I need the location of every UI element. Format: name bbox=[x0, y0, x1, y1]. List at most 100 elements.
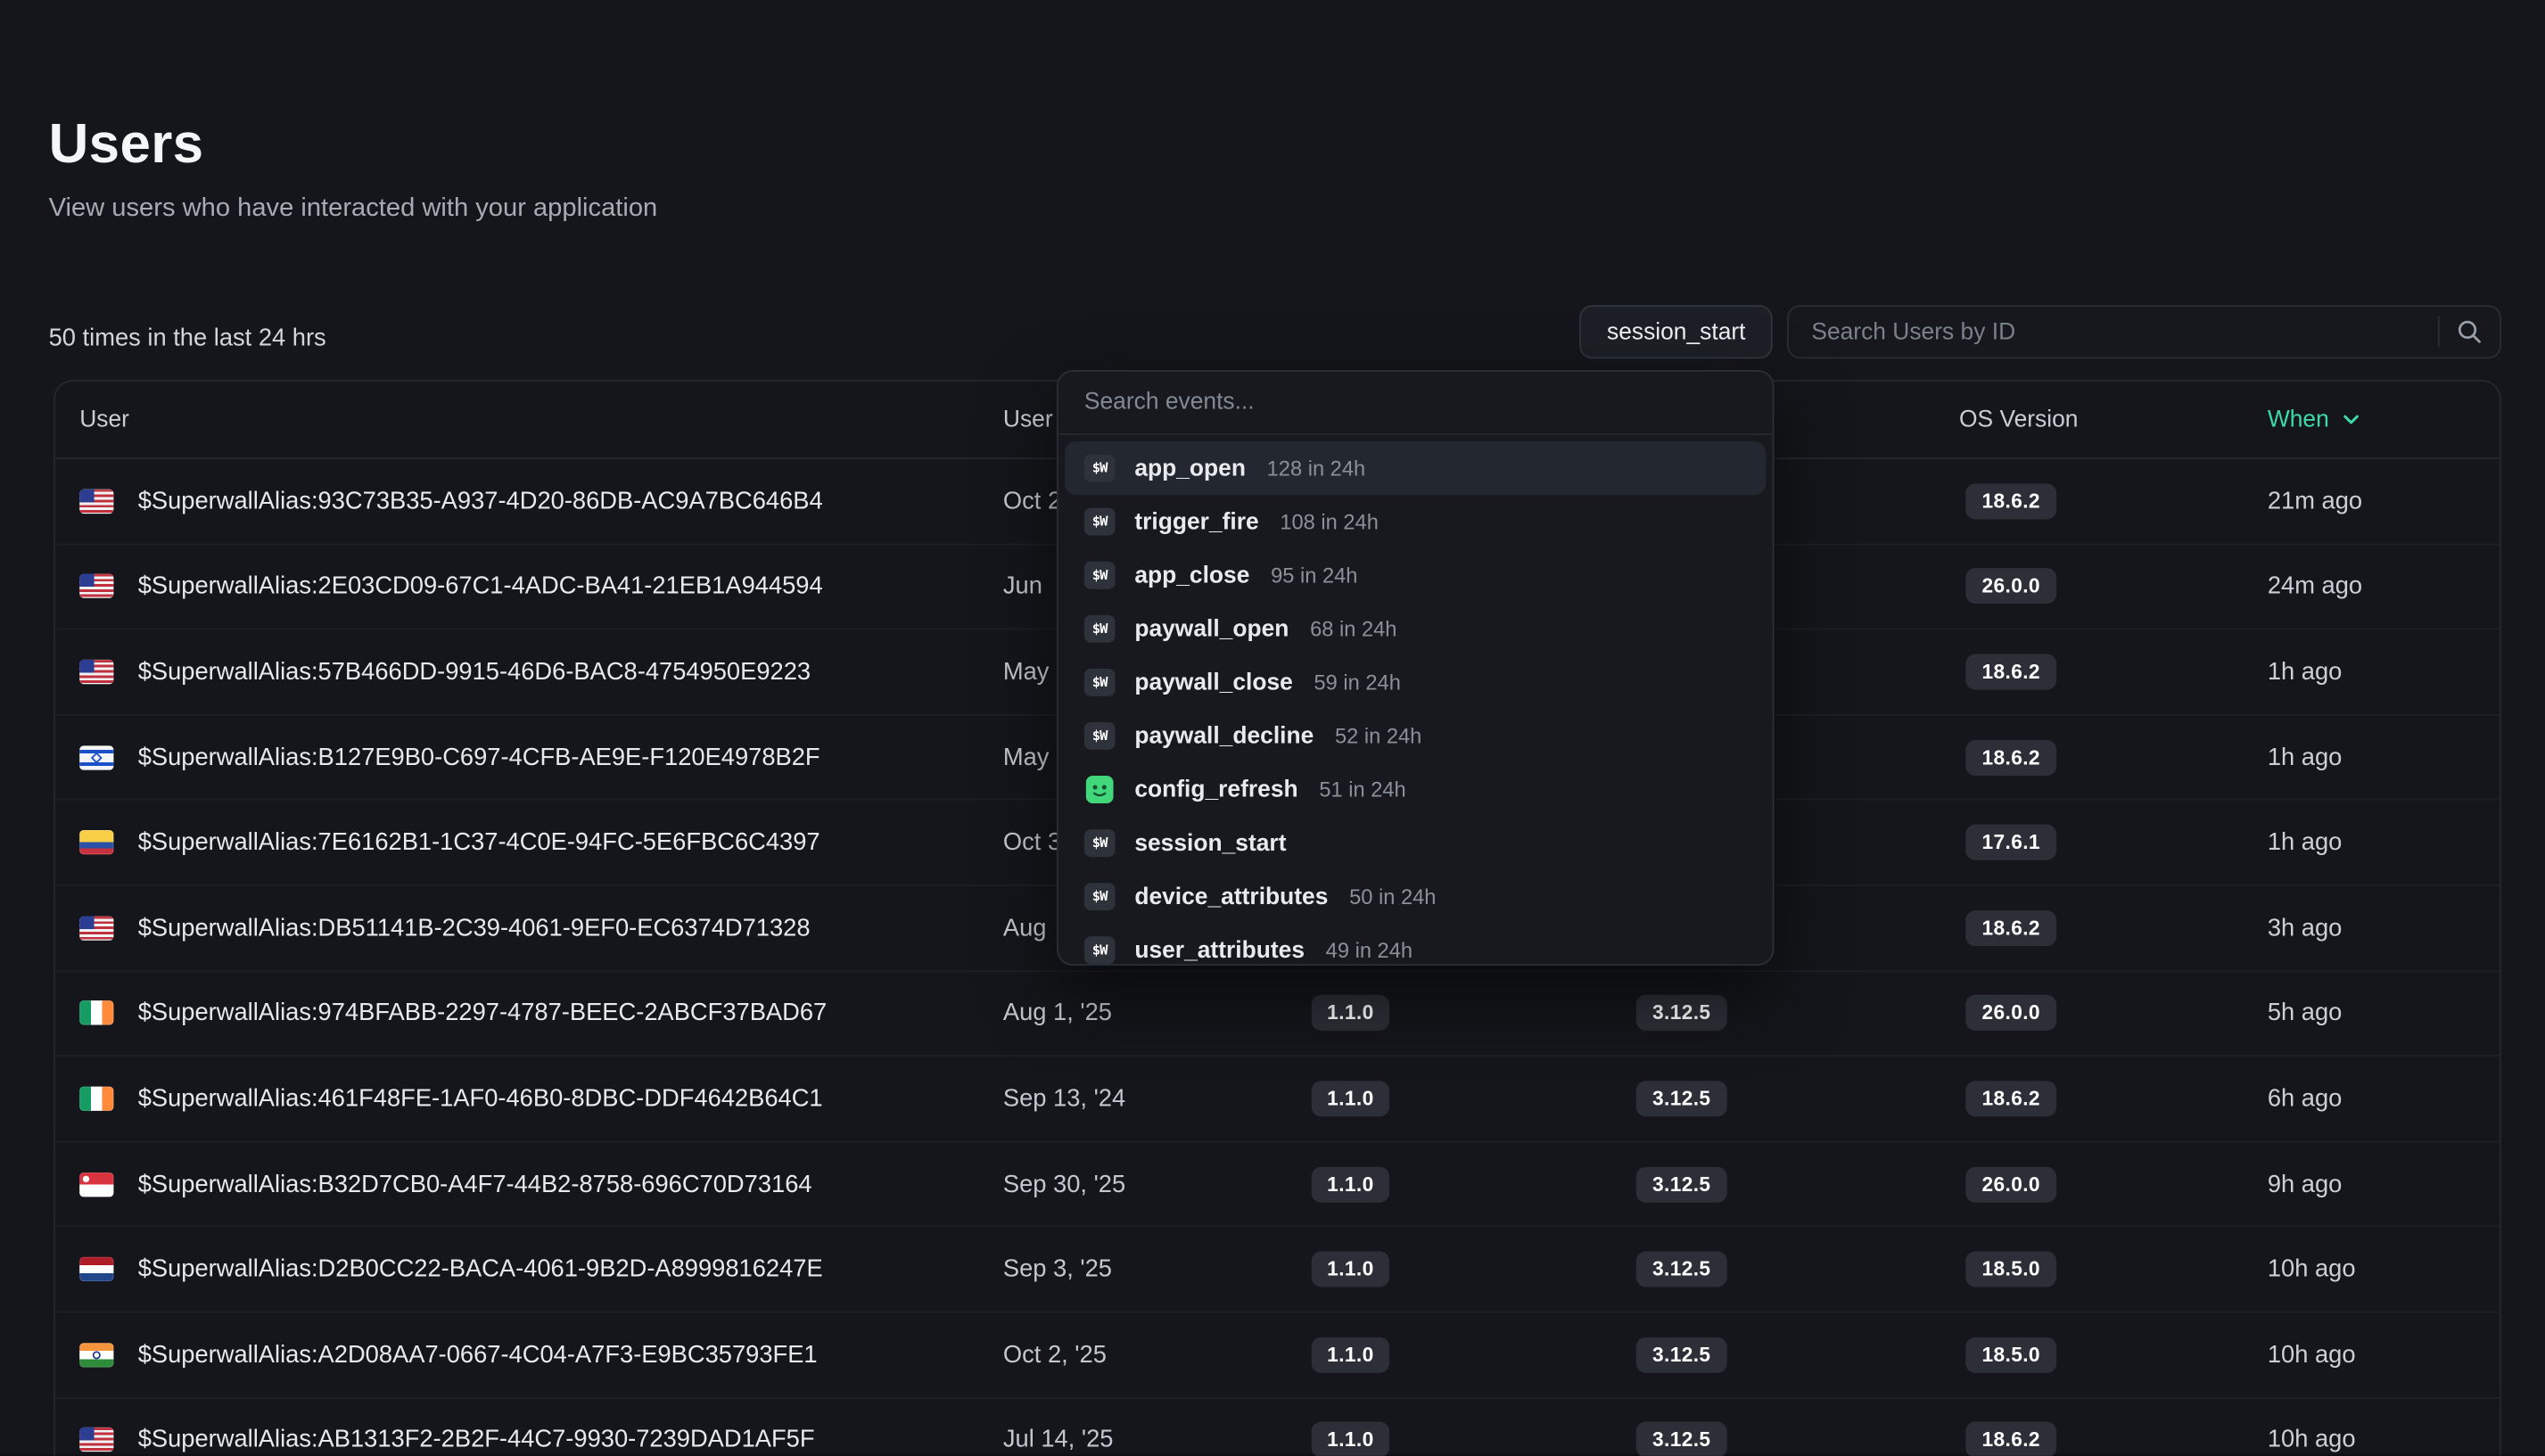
event-option[interactable]: $W paywall_decline 52 in 24h bbox=[1065, 709, 1766, 762]
col-when-sort[interactable]: When bbox=[2268, 407, 2361, 432]
user-since-date: Jul 14, '25 bbox=[1003, 1427, 1114, 1454]
user-id: $SuperwallAlias:974BFABB-2297-4787-BEEC-… bbox=[138, 999, 828, 1027]
user-since-date: Sep 3, '25 bbox=[1003, 1255, 1112, 1283]
os-version-cell: 18.6.2 bbox=[1874, 654, 2147, 690]
app-version-cell: 1.1.0 bbox=[1215, 1081, 1487, 1116]
user-search-input[interactable] bbox=[1789, 307, 2438, 357]
event-option[interactable]: $W paywall_open 68 in 24h bbox=[1065, 602, 1766, 655]
user-id: $SuperwallAlias:461F48FE-1AF0-46B0-8DBC-… bbox=[138, 1085, 823, 1113]
event-option[interactable]: $W paywall_close 59 in 24h bbox=[1065, 655, 1766, 709]
user-id: $SuperwallAlias:DB51141B-2C39-4061-9EF0-… bbox=[138, 914, 811, 942]
user-id: $SuperwallAlias:B127E9B0-C697-4CFB-AE9E-… bbox=[138, 744, 820, 771]
user-since-date: Oct 2 bbox=[1003, 488, 1061, 515]
os-version-badge: 18.6.2 bbox=[1965, 654, 2056, 690]
app-version-cell: 1.1.0 bbox=[1215, 1252, 1487, 1287]
table-row[interactable]: $SuperwallAlias:974BFABB-2297-4787-BEEC-… bbox=[55, 972, 2500, 1057]
table-row[interactable]: $SuperwallAlias:461F48FE-1AF0-46B0-8DBC-… bbox=[55, 1057, 2500, 1142]
android-icon bbox=[1084, 776, 1116, 803]
user-search bbox=[1787, 305, 2501, 358]
event-search-field bbox=[1058, 372, 1773, 435]
when-value: 5h ago bbox=[2268, 999, 2343, 1027]
user-since-date: Aug 1, '25 bbox=[1003, 999, 1112, 1027]
search-icon[interactable] bbox=[2440, 318, 2500, 346]
table-row[interactable]: $SuperwallAlias:AB1313F2-2B2F-44C7-9930-… bbox=[55, 1398, 2500, 1456]
country-flag-icon bbox=[79, 1343, 113, 1367]
event-option-label: app_close bbox=[1134, 563, 1249, 588]
user-since-date: Jun bbox=[1003, 572, 1042, 600]
app-version-badge: 1.1.0 bbox=[1311, 1422, 1390, 1456]
os-version-cell: 18.5.0 bbox=[1874, 1252, 2147, 1287]
table-row[interactable]: $SuperwallAlias:A2D08AA7-0667-4C04-A7F3-… bbox=[55, 1312, 2500, 1398]
table-row[interactable]: $SuperwallAlias:D2B0CC22-BACA-4061-9B2D-… bbox=[55, 1228, 2500, 1313]
event-option-label: user_attributes bbox=[1134, 937, 1305, 963]
os-version-badge: 18.6.2 bbox=[1965, 1422, 2056, 1456]
os-version-badge: 18.6.2 bbox=[1965, 739, 2056, 775]
col-when-label: When bbox=[2268, 407, 2329, 432]
country-flag-icon bbox=[79, 830, 113, 854]
event-option[interactable]: $W user_attributes 49 in 24h bbox=[1065, 924, 1766, 966]
user-id: $SuperwallAlias:A2D08AA7-0667-4C04-A7F3-… bbox=[138, 1341, 818, 1369]
when-value: 24m ago bbox=[2268, 572, 2362, 600]
event-search-input[interactable] bbox=[1058, 372, 1773, 433]
user-since-date: Sep 30, '25 bbox=[1003, 1170, 1125, 1197]
os-version-cell: 26.0.0 bbox=[1874, 1166, 2147, 1202]
os-version-cell: 18.6.2 bbox=[1874, 910, 2147, 946]
country-flag-icon bbox=[79, 660, 113, 684]
user-since-date: May bbox=[1003, 658, 1050, 686]
app-version-badge: 1.1.0 bbox=[1311, 1252, 1390, 1287]
os-version-badge: 18.5.0 bbox=[1965, 1337, 2056, 1372]
event-option-count: 108 in 24h bbox=[1280, 510, 1379, 534]
event-option-count: 51 in 24h bbox=[1319, 777, 1405, 802]
os-version-badge: 26.0.0 bbox=[1965, 995, 2056, 1031]
event-option-label: config_refresh bbox=[1134, 777, 1297, 802]
event-option-label: paywall_decline bbox=[1134, 723, 1314, 749]
country-flag-icon bbox=[79, 1172, 113, 1196]
os-version-cell: 18.6.2 bbox=[1874, 1081, 2147, 1116]
country-flag-icon bbox=[79, 916, 113, 940]
event-option[interactable]: $W app_close 95 in 24h bbox=[1065, 548, 1766, 602]
superwall-event-icon: $W bbox=[1084, 883, 1116, 910]
os-version-badge: 18.6.2 bbox=[1965, 910, 2056, 946]
when-value: 21m ago bbox=[2268, 488, 2362, 515]
table-row[interactable]: $SuperwallAlias:B32D7CB0-A4F7-44B2-8758-… bbox=[55, 1142, 2500, 1228]
when-value: 1h ago bbox=[2268, 658, 2343, 686]
when-value: 10h ago bbox=[2268, 1341, 2356, 1369]
country-flag-icon bbox=[79, 574, 113, 598]
event-option[interactable]: $W trigger_fire 108 in 24h bbox=[1065, 495, 1766, 548]
event-option-count: 59 in 24h bbox=[1314, 670, 1401, 695]
os-version-cell: 18.6.2 bbox=[1874, 483, 2147, 519]
app-version-cell: 1.1.0 bbox=[1215, 1422, 1487, 1456]
event-count-summary: 50 times in the last 24 hrs bbox=[49, 325, 326, 352]
sdk-version-cell: 3.12.5 bbox=[1545, 1166, 1818, 1202]
when-value: 10h ago bbox=[2268, 1427, 2356, 1454]
event-option[interactable]: $W device_attributes 50 in 24h bbox=[1065, 870, 1766, 924]
user-id: $SuperwallAlias:B32D7CB0-A4F7-44B2-8758-… bbox=[138, 1170, 812, 1197]
sdk-version-badge: 3.12.5 bbox=[1636, 1166, 1727, 1202]
when-value: 1h ago bbox=[2268, 829, 2343, 857]
user-since-date: Oct 3 bbox=[1003, 829, 1061, 857]
user-since-date: Oct 2, '25 bbox=[1003, 1341, 1107, 1369]
event-option[interactable]: $W app_open 128 in 24h bbox=[1065, 441, 1766, 495]
sdk-version-badge: 3.12.5 bbox=[1636, 1252, 1727, 1287]
sdk-version-badge: 3.12.5 bbox=[1636, 1081, 1727, 1116]
event-option[interactable]: $W session_start bbox=[1065, 817, 1766, 870]
user-id: $SuperwallAlias:D2B0CC22-BACA-4061-9B2D-… bbox=[138, 1255, 823, 1283]
superwall-event-icon: $W bbox=[1084, 669, 1116, 696]
sdk-version-badge: 3.12.5 bbox=[1636, 995, 1727, 1031]
event-search-dropdown: $W app_open 128 in 24h $W trigger_fire 1… bbox=[1057, 370, 1775, 966]
event-filter-button[interactable]: session_start bbox=[1579, 305, 1773, 358]
event-option-count: 52 in 24h bbox=[1335, 724, 1421, 748]
event-option[interactable]: config_refresh 51 in 24h bbox=[1065, 762, 1766, 816]
event-option-count: 49 in 24h bbox=[1326, 938, 1413, 962]
page-title: Users bbox=[49, 113, 204, 177]
sdk-version-cell: 3.12.5 bbox=[1545, 1337, 1818, 1372]
col-user: User bbox=[79, 407, 129, 432]
when-value: 1h ago bbox=[2268, 744, 2343, 771]
sdk-version-badge: 3.12.5 bbox=[1636, 1422, 1727, 1456]
user-since-date: Sep 13, '24 bbox=[1003, 1085, 1125, 1113]
user-id: $SuperwallAlias:2E03CD09-67C1-4ADC-BA41-… bbox=[138, 572, 823, 600]
superwall-event-icon: $W bbox=[1084, 455, 1116, 482]
col-user-since: User bbox=[1003, 407, 1053, 432]
app-version-cell: 1.1.0 bbox=[1215, 1337, 1487, 1372]
sdk-version-cell: 3.12.5 bbox=[1545, 1252, 1818, 1287]
